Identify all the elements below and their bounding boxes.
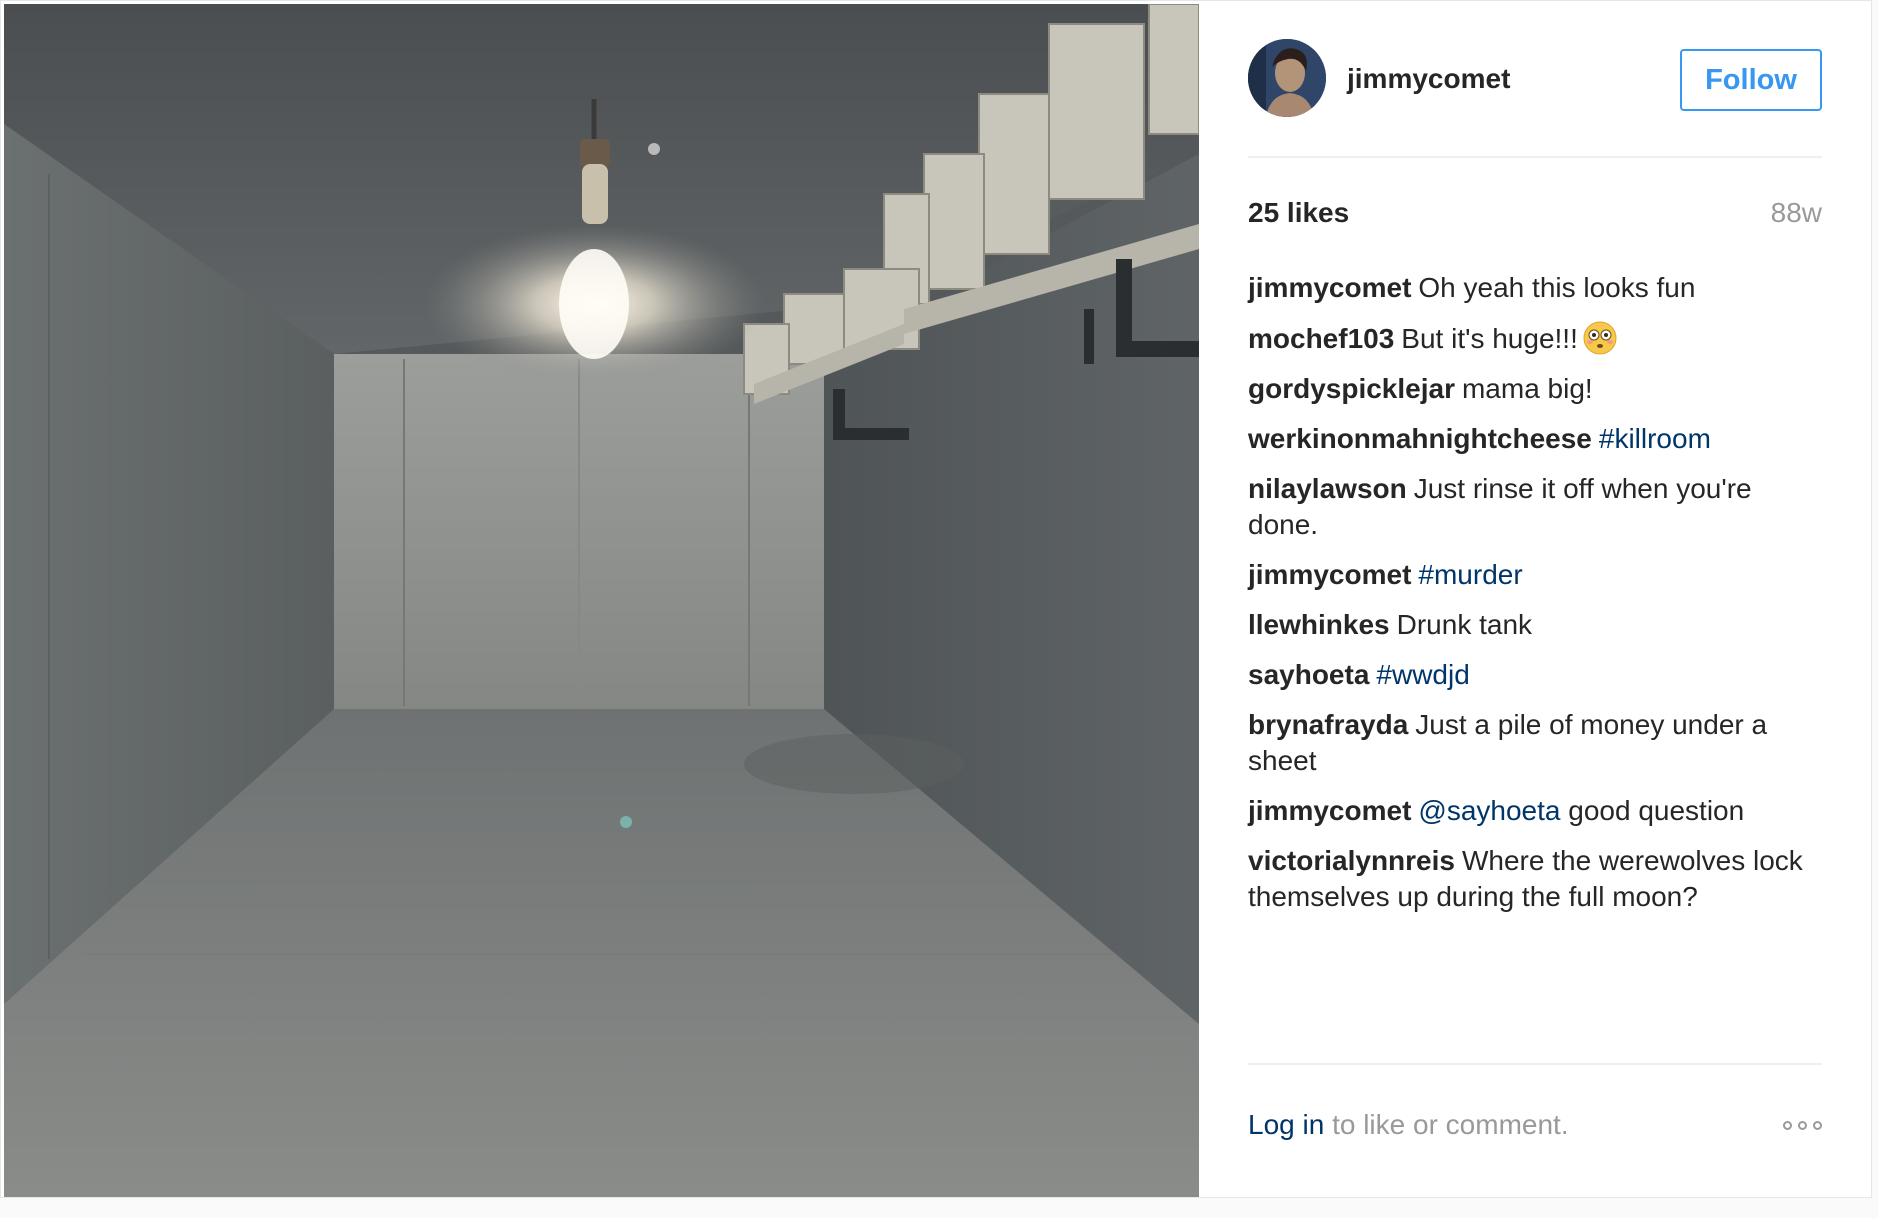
- comment-item: sayhoeta #wwdjd: [1248, 657, 1822, 693]
- comment-username[interactable]: jimmycomet: [1248, 559, 1411, 590]
- follow-button[interactable]: Follow: [1680, 49, 1822, 111]
- avatar[interactable]: [1248, 39, 1326, 117]
- post-age[interactable]: 88w: [1771, 197, 1822, 229]
- post-footer: Log in to like or comment.: [1248, 1109, 1822, 1141]
- comment-hashtag-link[interactable]: #murder: [1418, 559, 1522, 590]
- login-prompt-text: to like or comment.: [1324, 1109, 1569, 1140]
- comment-hashtag-link[interactable]: @sayhoeta: [1418, 795, 1560, 826]
- login-prompt: Log in to like or comment.: [1248, 1109, 1569, 1141]
- comment-username[interactable]: sayhoeta: [1248, 659, 1369, 690]
- ellipsis-icon[interactable]: [1783, 1120, 1822, 1130]
- post-card: jimmycomet Follow 25 likes 88w jimmycome…: [0, 0, 1872, 1198]
- comment-text: good question: [1560, 795, 1745, 826]
- comment-username[interactable]: werkinonmahnightcheese: [1248, 423, 1592, 454]
- post-photo[interactable]: [4, 4, 1199, 1197]
- comment-item: mochef103 But it's huge!!!: [1248, 320, 1822, 357]
- comment-text: Drunk tank: [1396, 609, 1533, 640]
- footer-divider: [1248, 1063, 1822, 1065]
- likes-row: 25 likes 88w: [1248, 197, 1822, 229]
- comment-item: werkinonmahnightcheese #killroom: [1248, 421, 1822, 457]
- comment-username[interactable]: gordyspicklejar: [1248, 373, 1455, 404]
- room-illustration: [4, 4, 1199, 1197]
- avatar-image: [1248, 39, 1326, 117]
- comment-item: brynafrayda Just a pile of money under a …: [1248, 707, 1822, 779]
- comment-username[interactable]: llewhinkes: [1248, 609, 1390, 640]
- comment-item: llewhinkes Drunk tank: [1248, 607, 1822, 643]
- likes-count[interactable]: 25 likes: [1248, 197, 1349, 229]
- comment-username[interactable]: mochef103: [1248, 323, 1394, 354]
- comment-item: gordyspicklejar mama big!: [1248, 371, 1822, 407]
- post-sidebar: jimmycomet Follow 25 likes 88w jimmycome…: [1199, 1, 1873, 1199]
- comment-item: nilaylawson Just rinse it off when you're…: [1248, 471, 1822, 543]
- comment-hashtag-link[interactable]: #wwdjd: [1376, 659, 1469, 690]
- comment-username[interactable]: brynafrayda: [1248, 709, 1408, 740]
- comment-item: jimmycomet Oh yeah this looks fun: [1248, 270, 1822, 306]
- comment-text: mama big!: [1461, 373, 1593, 404]
- comment-item: victorialynnreis Where the werewolves loc…: [1248, 843, 1822, 915]
- comment-username[interactable]: jimmycomet: [1248, 795, 1411, 826]
- comment-username[interactable]: nilaylawson: [1248, 473, 1407, 504]
- comment-list: jimmycomet Oh yeah this looks fun mochef10…: [1248, 270, 1822, 929]
- header-divider: [1248, 156, 1822, 158]
- post-header: jimmycomet Follow: [1248, 37, 1822, 117]
- comment-hashtag-link[interactable]: #killroom: [1599, 423, 1711, 454]
- comment-item: jimmycomet @sayhoeta good question: [1248, 793, 1822, 829]
- comment-username[interactable]: victorialynnreis: [1248, 845, 1455, 876]
- username[interactable]: jimmycomet: [1347, 63, 1510, 95]
- flushed-face-icon: [1583, 321, 1617, 355]
- comment-text: Oh yeah this looks fun: [1418, 272, 1696, 303]
- comment-item: jimmycomet #murder: [1248, 557, 1822, 593]
- comment-username[interactable]: jimmycomet: [1248, 272, 1411, 303]
- login-link[interactable]: Log in: [1248, 1109, 1324, 1140]
- comment-text: But it's huge!!!: [1401, 323, 1578, 354]
